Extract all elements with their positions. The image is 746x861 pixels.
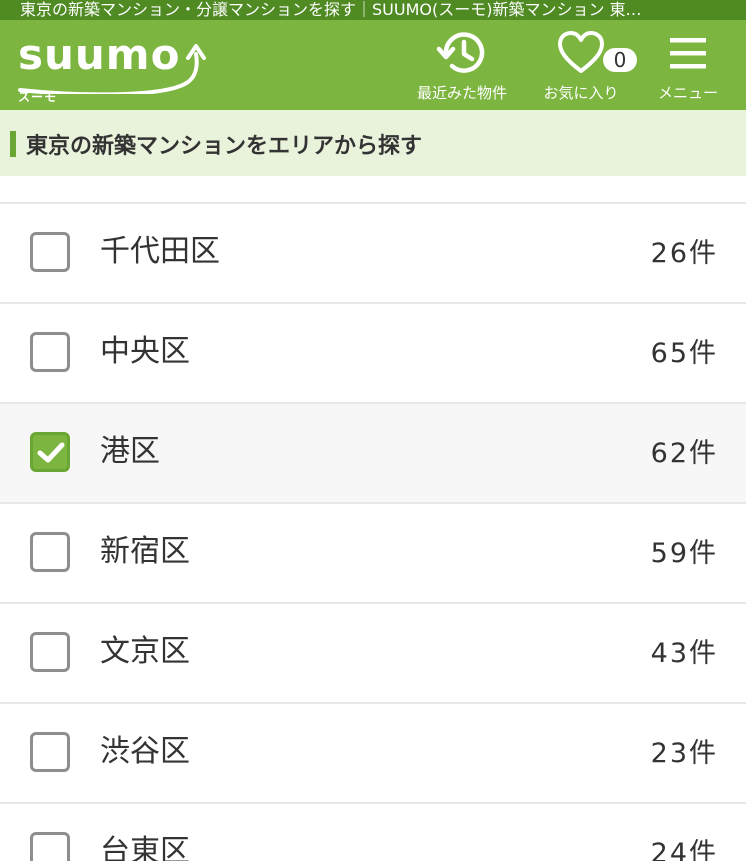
area-count: 23件 xyxy=(650,738,718,769)
area-list: 千代田区 26件中央区 65件港区 62件新宿区 59件文京区 43件渋谷区 23件台東区 2… xyxy=(0,204,746,861)
area-count: 62件 xyxy=(650,438,718,469)
area-name: 新宿区 xyxy=(100,534,190,569)
recent-history-label: 最近みた物件 xyxy=(416,84,507,102)
suumo-logo[interactable]: suumo スーモ xyxy=(16,30,206,104)
menu-button[interactable]: メニュー xyxy=(648,28,728,110)
section-title: 東京の新築マンションをエリアから探す xyxy=(26,134,423,159)
area-row[interactable]: 台東区 24件 xyxy=(0,804,746,861)
menu-label: メニュー xyxy=(657,84,718,102)
heart-icon xyxy=(558,31,604,73)
area-checkbox[interactable] xyxy=(30,332,70,372)
area-checkbox[interactable] xyxy=(30,832,70,861)
section-accent-bar xyxy=(10,131,16,157)
area-checkbox[interactable] xyxy=(30,532,70,572)
area-count: 26件 xyxy=(650,238,718,269)
area-row[interactable]: 港区 62件 xyxy=(0,404,746,504)
history-icon xyxy=(436,32,485,73)
area-row[interactable]: 文京区 43件 xyxy=(0,604,746,704)
site-header: suumo スーモ 最近みた物件 0 お気に入り メニュー xyxy=(0,20,746,110)
area-name: 台東区 xyxy=(100,834,190,861)
area-count: 24件 xyxy=(650,838,718,861)
recent-history-button[interactable]: 最近みた物件 xyxy=(410,28,514,110)
area-count: 43件 xyxy=(650,638,718,669)
favorites-count-badge: 0 xyxy=(603,48,637,72)
favorites-label: お気に入り xyxy=(543,84,619,102)
area-row[interactable]: 渋谷区 23件 xyxy=(0,704,746,804)
logo-subtext: スーモ xyxy=(18,90,58,104)
area-name: 文京区 xyxy=(100,634,190,669)
tab-title-text: 東京の新築マンション・分譲マンションを探す｜SUUMO(スーモ)新築マンション … xyxy=(20,0,642,19)
area-checkbox[interactable] xyxy=(30,732,70,772)
area-checkbox[interactable] xyxy=(30,232,70,272)
area-checkbox[interactable] xyxy=(30,632,70,672)
hamburger-menu-icon xyxy=(670,38,706,69)
list-top-spacer xyxy=(0,176,746,204)
area-name: 千代田区 xyxy=(100,234,220,269)
area-count: 59件 xyxy=(650,538,718,569)
area-count: 65件 xyxy=(650,338,718,369)
section-header: 東京の新築マンションをエリアから探す xyxy=(0,110,746,176)
area-row[interactable]: 中央区 65件 xyxy=(0,304,746,404)
area-row[interactable]: 千代田区 26件 xyxy=(0,204,746,304)
area-row[interactable]: 新宿区 59件 xyxy=(0,504,746,604)
checkmark-icon xyxy=(37,442,65,463)
area-name: 港区 xyxy=(100,434,160,469)
logo-wordmark: suumo xyxy=(18,30,181,79)
area-name: 中央区 xyxy=(100,334,190,369)
favorites-button[interactable]: 0 お気に入り xyxy=(536,28,637,110)
area-checkbox[interactable] xyxy=(30,432,70,472)
page: 東京の新築マンション・分譲マンションを探す｜SUUMO(スーモ)新築マンション … xyxy=(0,0,746,861)
browser-tab-title: 東京の新築マンション・分譲マンションを探す｜SUUMO(スーモ)新築マンション … xyxy=(0,0,746,20)
area-name: 渋谷区 xyxy=(100,734,190,769)
